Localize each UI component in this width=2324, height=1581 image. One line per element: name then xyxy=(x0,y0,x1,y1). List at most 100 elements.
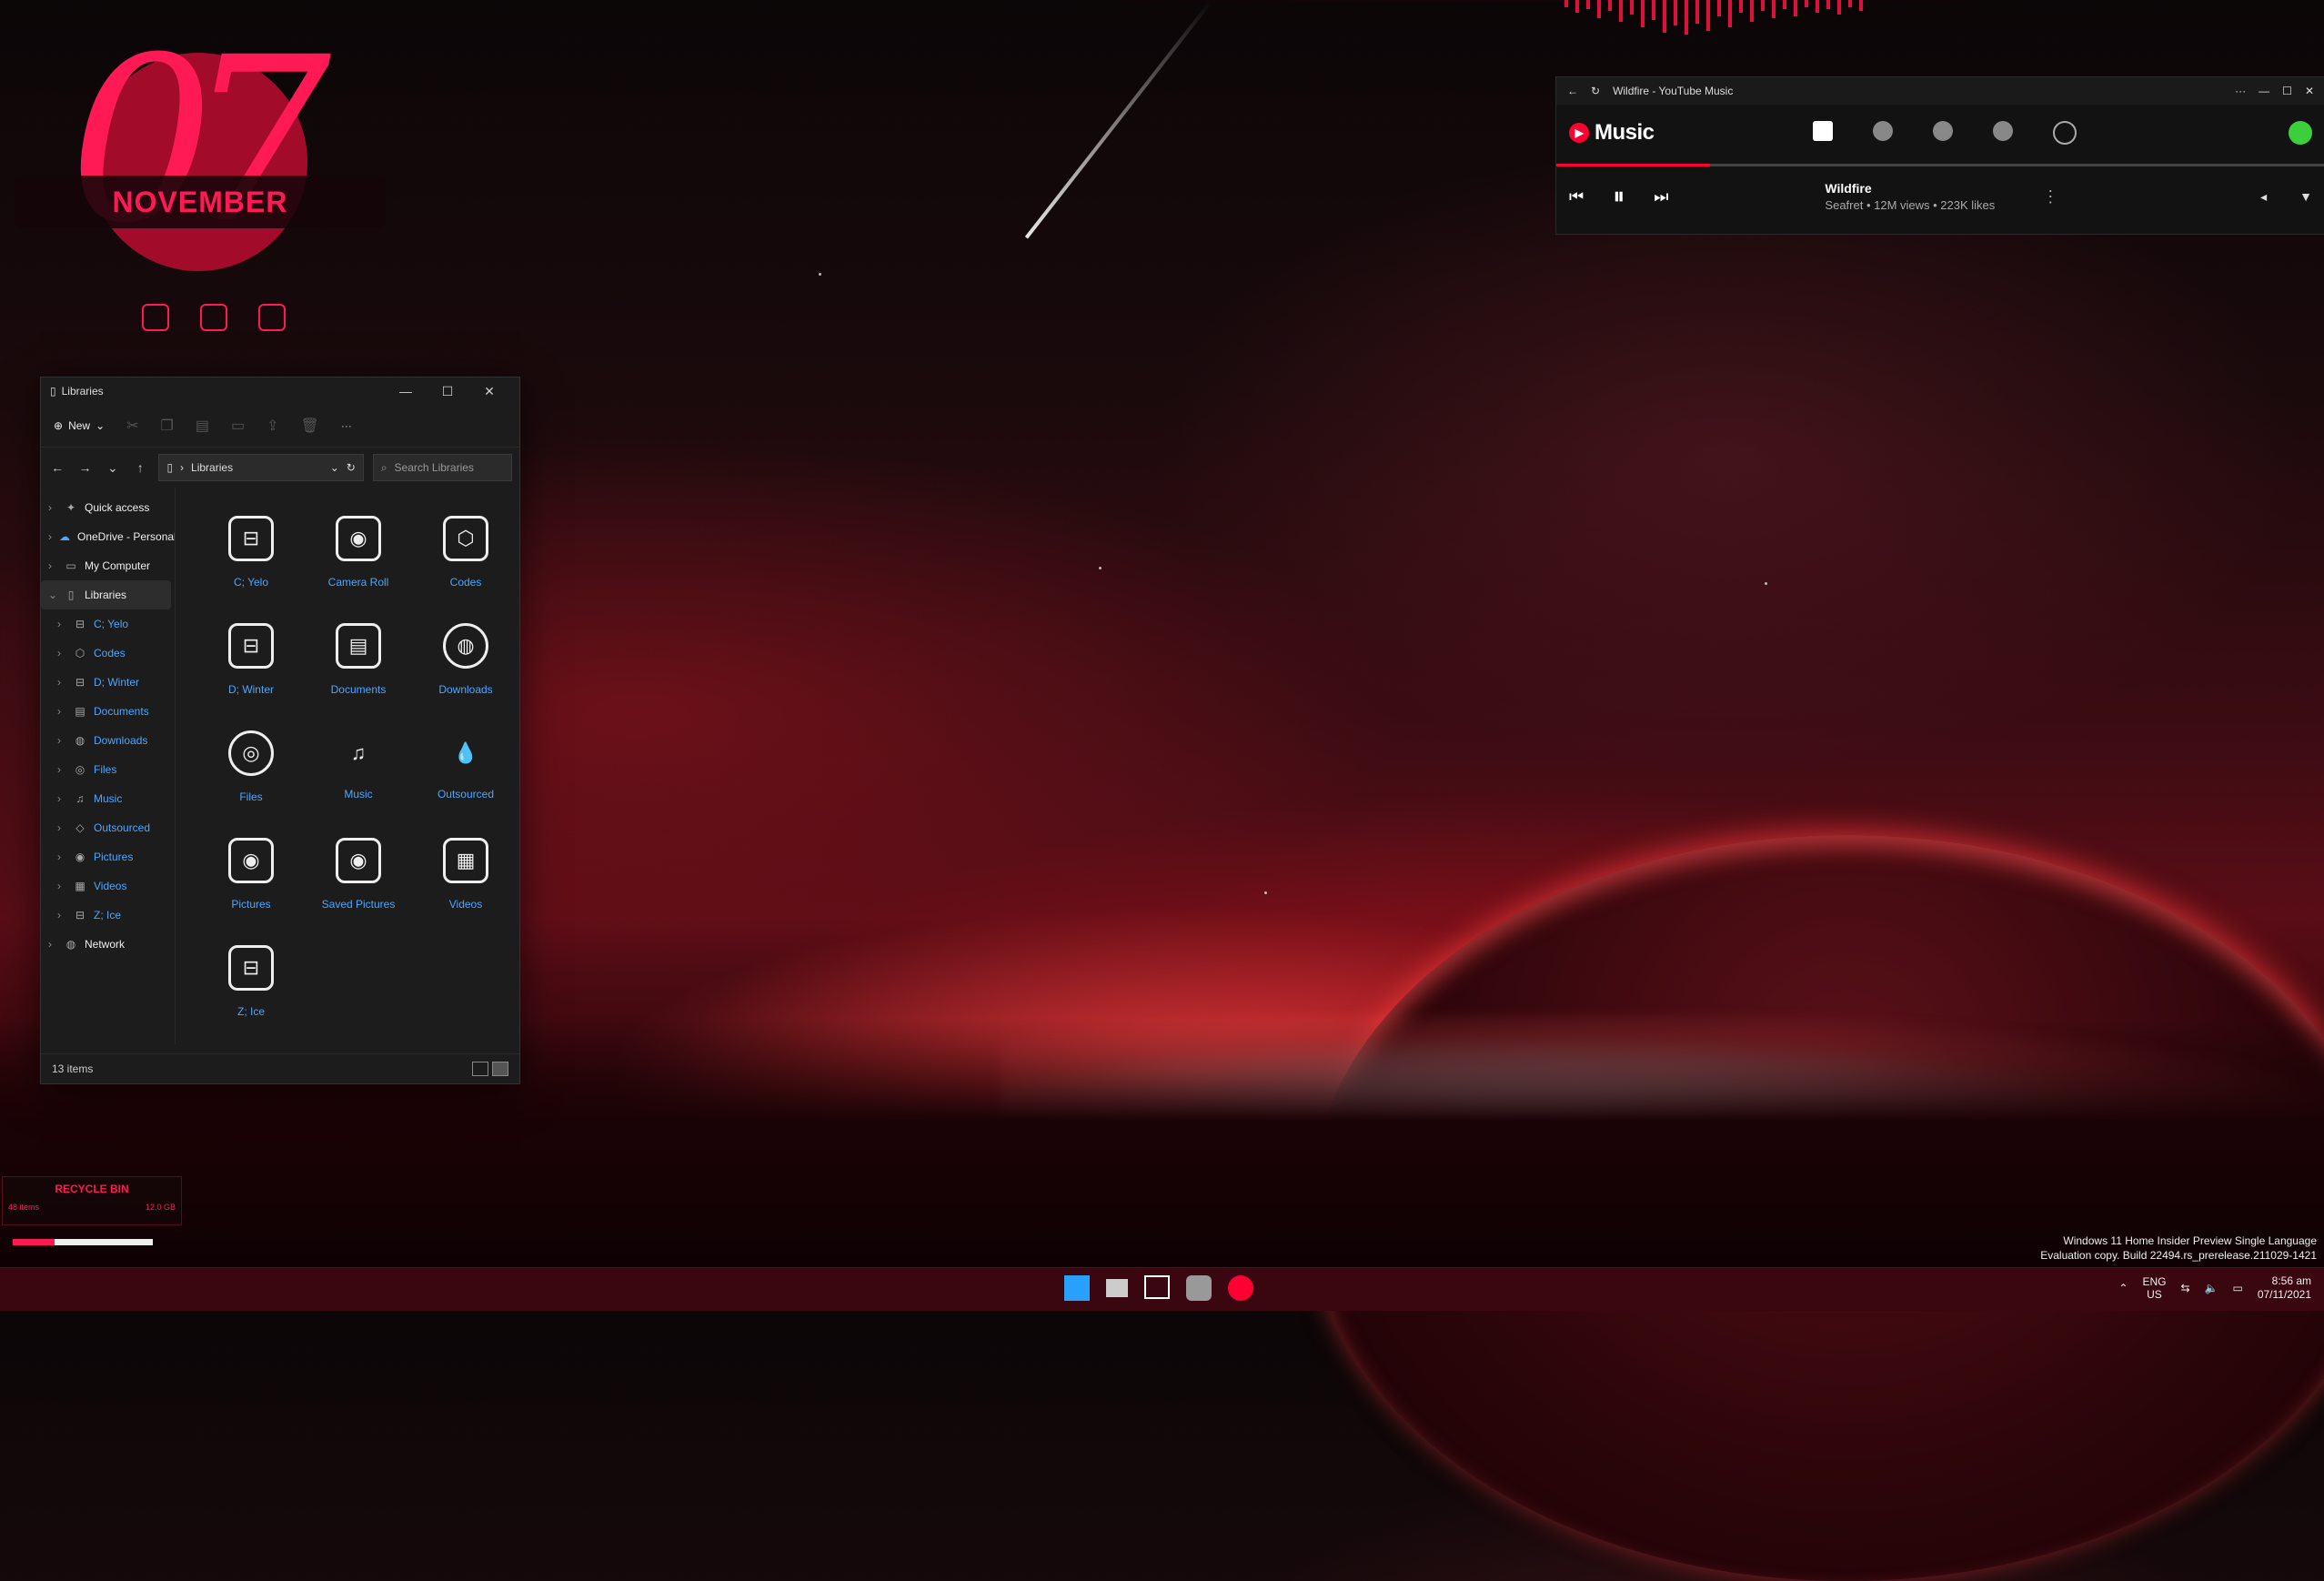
search-icon[interactable] xyxy=(2053,121,2077,145)
upgrade-icon[interactable] xyxy=(1993,121,2013,141)
clock[interactable]: 8:56 am 07/11/2021 xyxy=(2258,1274,2311,1302)
chat-icon[interactable] xyxy=(200,304,227,331)
library-item[interactable]: ▤ Documents xyxy=(305,606,412,713)
library-item[interactable]: ⊟ Z; Ice xyxy=(197,928,305,1035)
copy-icon[interactable]: ❐ xyxy=(161,417,174,435)
library-item[interactable]: ◉ Pictures xyxy=(197,821,305,928)
library-item[interactable]: ⊟ D; Winter xyxy=(197,606,305,713)
explore-icon[interactable] xyxy=(1873,121,1893,141)
refresh-icon[interactable]: ↻ xyxy=(1591,85,1600,97)
maximize-button[interactable]: ☐ xyxy=(2282,85,2292,97)
clock-time: 8:56 am xyxy=(2271,1274,2311,1287)
chevron-up-icon[interactable]: ⌃ xyxy=(2118,1282,2128,1294)
minimize-button[interactable]: — xyxy=(385,384,427,398)
sidebar-item-c-yelo[interactable]: › ⊟ C; Yelo xyxy=(41,609,175,639)
start-button-windows-icon[interactable] xyxy=(1064,1275,1090,1301)
library-item[interactable]: ◉ Camera Roll xyxy=(305,498,412,606)
sidebar-item-pictures[interactable]: › ◉ Pictures xyxy=(41,842,175,871)
chevron-down-icon[interactable]: ⌄ xyxy=(330,461,339,474)
delete-icon[interactable]: 🗑 xyxy=(301,417,319,435)
more-options-button[interactable]: ··· xyxy=(341,419,352,432)
explorer-titlebar[interactable]: ▯ Libraries — ☐ ✕ xyxy=(41,378,519,405)
paste-icon[interactable]: ▤ xyxy=(196,417,209,435)
task-view-icon[interactable] xyxy=(1106,1279,1128,1297)
disc-icon: ◎ xyxy=(228,730,274,776)
minimize-button[interactable]: — xyxy=(2259,85,2269,97)
rename-icon[interactable]: ▭ xyxy=(231,417,245,435)
ytm-titlebar[interactable]: ← ↻ Wildfire - YouTube Music ··· — ☐ ✕ xyxy=(1556,77,2324,105)
sidebar-item-z-ice[interactable]: › ⊟ Z; Ice xyxy=(41,901,175,930)
sidebar-item-downloads[interactable]: › ◍ Downloads xyxy=(41,726,175,755)
sidebar-item-documents[interactable]: › ▤ Documents xyxy=(41,697,175,726)
drive-icon: ⊟ xyxy=(228,516,274,561)
youtube-music-app-icon[interactable] xyxy=(1228,1275,1253,1301)
address-path: Libraries xyxy=(191,461,234,474)
next-track-icon[interactable]: ⏭ xyxy=(1654,187,1668,206)
refresh-icon[interactable]: ↻ xyxy=(347,461,356,474)
up-arrow-icon[interactable]: ↑ xyxy=(131,460,149,475)
new-button[interactable]: ⊕ New ⌄ xyxy=(54,419,105,432)
tiles-view-icon[interactable] xyxy=(492,1062,508,1076)
sidebar-item-network[interactable]: › ◍ Network xyxy=(41,930,175,959)
library-icon[interactable] xyxy=(1933,121,1953,141)
audio-visualizer xyxy=(1564,0,2324,38)
sidebar-item-music[interactable]: › ♫ Music xyxy=(41,784,175,813)
mail-icon[interactable] xyxy=(258,304,286,331)
sidebar-item-outsourced[interactable]: › ◇ Outsourced xyxy=(41,813,175,842)
volume-icon[interactable]: 🔈 xyxy=(2205,1282,2218,1294)
film-icon: ▦ xyxy=(75,880,86,892)
home-icon[interactable] xyxy=(1813,121,1833,141)
taskbar-apps xyxy=(1064,1275,1253,1301)
sidebar-item-videos[interactable]: › ▦ Videos xyxy=(41,871,175,901)
sidebar-item-d-winter[interactable]: › ⊟ D; Winter xyxy=(41,668,175,697)
library-item[interactable]: ♫ Music xyxy=(305,713,412,821)
sidebar-item-quick-access[interactable]: › ✦ Quick access xyxy=(41,493,175,522)
volume-arrow-icon[interactable]: ◂ xyxy=(2260,189,2267,205)
back-arrow-icon[interactable]: ← xyxy=(1567,85,1578,97)
back-arrow-icon[interactable]: ← xyxy=(48,460,66,475)
library-item[interactable]: ⊟ C; Yelo xyxy=(197,498,305,606)
library-item[interactable]: ⬡ Codes xyxy=(412,498,519,606)
previous-track-icon[interactable]: ⏮ xyxy=(1569,187,1584,206)
more-options-icon[interactable]: ··· xyxy=(2235,85,2246,97)
battery-icon[interactable]: ▭ xyxy=(2232,1282,2242,1294)
sidebar-item-my-computer[interactable]: › ▭ My Computer xyxy=(41,551,175,580)
now-playing: Wildfire Seafret • 12M views • 223K like… xyxy=(1825,181,1995,212)
recycle-bin-widget[interactable]: RECYCLE BIN 48 items 12.0 GB xyxy=(2,1176,182,1225)
close-button[interactable]: ✕ xyxy=(2305,85,2314,97)
share-icon[interactable]: ⇪ xyxy=(267,417,278,435)
address-bar[interactable]: ▯ › Libraries ⌄ ↻ xyxy=(158,454,364,481)
chevron-down-icon: ⌄ xyxy=(96,419,106,432)
language-indicator[interactable]: ENG US xyxy=(2142,1275,2166,1301)
ytm-nav xyxy=(1813,121,2077,145)
maximize-button[interactable]: ☐ xyxy=(427,384,468,399)
track-menu-icon[interactable]: ⋮ xyxy=(2042,187,2058,206)
star xyxy=(819,273,821,276)
library-item[interactable]: ▦ Videos xyxy=(412,821,519,928)
phone-icon[interactable] xyxy=(142,304,169,331)
ytm-logo[interactable]: ▶ Music xyxy=(1569,120,1655,146)
search-input[interactable]: ⌕ Search Libraries xyxy=(372,454,512,481)
library-item[interactable]: ◉ Saved Pictures xyxy=(305,821,412,928)
sidebar-item-codes[interactable]: › ⬡ Codes xyxy=(41,639,175,668)
network-icon[interactable]: ⇆ xyxy=(2180,1282,2189,1294)
close-button[interactable]: ✕ xyxy=(468,384,510,399)
sidebar-item-onedrive[interactable]: › ☁ OneDrive - Personal xyxy=(41,522,175,551)
view-toggle xyxy=(472,1062,508,1076)
forward-arrow-icon[interactable]: → xyxy=(75,460,94,475)
recent-dropdown-icon[interactable]: ⌄ xyxy=(104,460,122,476)
avatar[interactable] xyxy=(2289,121,2312,145)
cut-icon[interactable]: ✂ xyxy=(126,417,138,435)
library-item[interactable]: ◍ Downloads xyxy=(412,606,519,713)
star xyxy=(1264,891,1267,894)
sidebar-item-files[interactable]: › ◎ Files xyxy=(41,755,175,784)
sidebar-item-libraries[interactable]: ⌄ ▯ Libraries xyxy=(41,580,171,609)
pause-icon[interactable]: ⏸ xyxy=(1613,182,1625,211)
library-item[interactable]: 💧 Outsourced xyxy=(412,713,519,821)
document-icon: ▤ xyxy=(336,623,381,669)
details-view-icon[interactable] xyxy=(472,1062,488,1076)
file-explorer-icon[interactable] xyxy=(1144,1275,1170,1299)
library-item[interactable]: ◎ Files xyxy=(197,713,305,821)
expand-player-icon[interactable]: ▼ xyxy=(2299,189,2312,205)
mail-app-icon[interactable] xyxy=(1186,1275,1212,1301)
